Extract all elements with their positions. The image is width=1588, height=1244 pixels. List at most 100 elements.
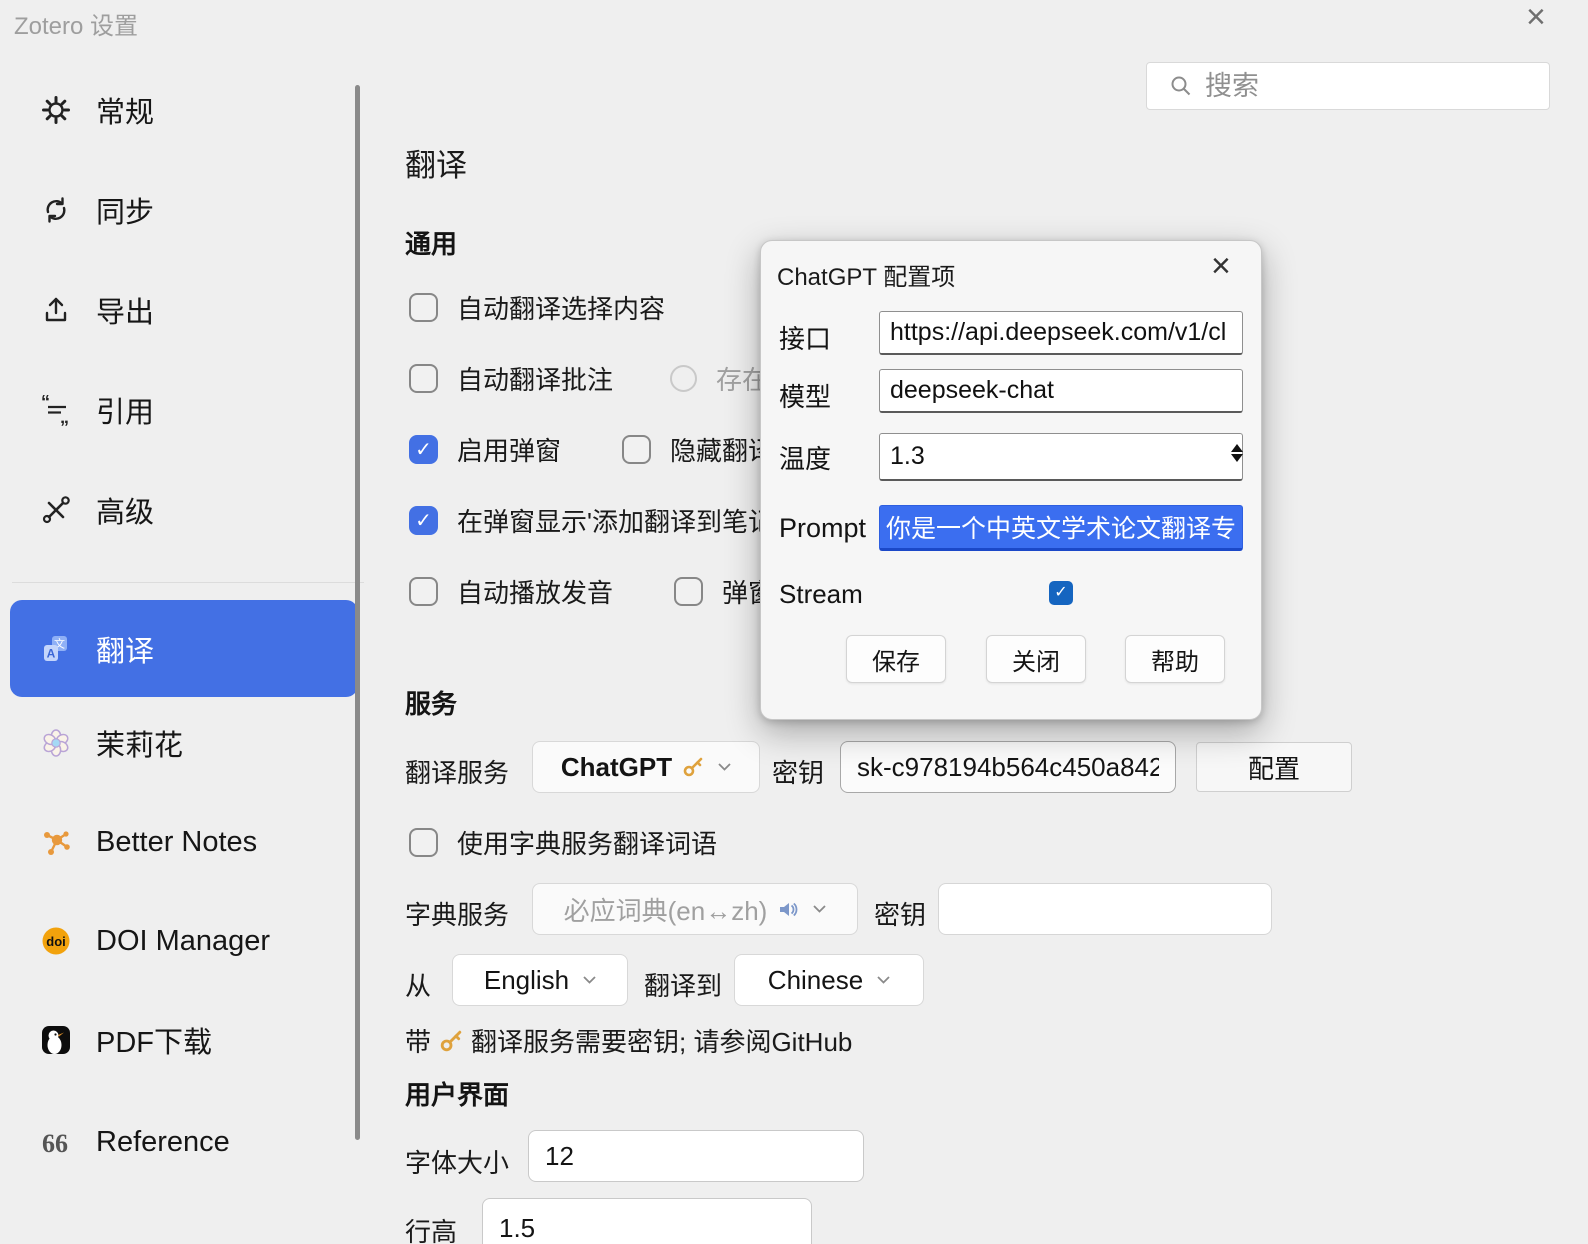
sidebar-item-sync[interactable]: 同步	[10, 178, 358, 242]
check-icon: ✓	[415, 511, 432, 531]
api-endpoint-input[interactable]	[879, 311, 1243, 355]
model-label: 模型	[779, 377, 831, 414]
key-tip-line: 带 翻译服务需要密钥; 请参阅GitHub	[405, 1022, 852, 1059]
sidebar-item-reference[interactable]: 66 Reference	[10, 1110, 358, 1174]
sidebar-item-export[interactable]: 导出	[10, 278, 358, 342]
checkbox-enable-popup[interactable]: ✓	[409, 435, 438, 464]
prompt-input[interactable]: 你是一个中英文学术论文翻译专	[879, 505, 1243, 551]
check-icon: ✓	[415, 440, 432, 460]
checkbox-row-show-add-note: ✓ 在弹窗显示'添加翻译到笔记	[409, 502, 774, 539]
sidebar-item-translate[interactable]: 文 A 翻译	[10, 600, 358, 697]
zotero-settings-window: Zotero 设置 × 常规 同步 导出	[0, 0, 1588, 1244]
svg-text:„: „	[60, 407, 69, 426]
translate-icon: 文 A	[40, 633, 72, 665]
chevron-down-icon	[813, 905, 826, 913]
checkbox-row-auto-translate-selection: 自动翻译选择内容	[409, 289, 665, 326]
temperature-spinner[interactable]	[1231, 444, 1243, 462]
dialog-close-icon[interactable]: ×	[1211, 247, 1231, 286]
advanced-tools-icon	[40, 494, 72, 526]
section-general-heading: 通用	[405, 224, 457, 261]
prompt-label: Prompt	[779, 513, 866, 544]
checkbox-label: 启用弹窗	[457, 431, 561, 468]
line-height-input[interactable]	[482, 1198, 812, 1244]
checkbox-row-auto-translate-annotation: 自动翻译批注 存在笔	[409, 360, 794, 397]
translate-service-dropdown[interactable]: ChatGPT	[532, 741, 760, 793]
checkbox-row-enable-popup: ✓ 启用弹窗 隐藏翻译弹	[409, 431, 800, 468]
help-button[interactable]: 帮助	[1125, 635, 1225, 683]
sidebar-item-doi-manager[interactable]: doi DOI Manager	[10, 909, 358, 973]
checkbox-auto-translate-annotation[interactable]	[409, 364, 438, 393]
checkbox-row-auto-play: 自动播放发音 弹窗中	[409, 573, 800, 610]
sidebar-label: 茉莉花	[96, 722, 183, 764]
chevron-down-icon	[583, 976, 596, 984]
checkbox-auto-play-audio[interactable]	[409, 577, 438, 606]
close-button[interactable]: 关闭	[986, 635, 1086, 683]
chevron-down-icon	[877, 976, 890, 984]
checkbox-label: 在弹窗显示'添加翻译到笔记	[457, 502, 774, 539]
sync-icon	[40, 194, 72, 226]
dropdown-value: 必应词典(en↔zh)	[564, 891, 768, 928]
dict-service-dropdown[interactable]: 必应词典(en↔zh)	[532, 883, 858, 935]
sidebar-label: 导出	[96, 289, 154, 331]
save-button[interactable]: 保存	[846, 635, 946, 683]
api-key-input[interactable]	[840, 741, 1176, 793]
gear-icon	[40, 94, 72, 126]
key-icon	[439, 1030, 463, 1052]
section-service-heading: 服务	[405, 684, 457, 721]
window-title: Zotero 设置	[14, 6, 138, 41]
to-label: 翻译到	[644, 966, 722, 1003]
search-input[interactable]	[1203, 70, 1527, 103]
sidebar-label: 同步	[96, 189, 154, 231]
sidebar-label: 常规	[96, 89, 154, 131]
check-icon: ✓	[1054, 585, 1067, 601]
sidebar-label: 引用	[96, 389, 154, 431]
to-language-dropdown[interactable]: Chinese	[734, 954, 924, 1006]
sidebar-item-general[interactable]: 常规	[10, 78, 358, 142]
from-label: 从	[405, 966, 431, 1003]
checkbox-row-use-dict: 使用字典服务翻译词语	[409, 824, 717, 861]
quote-icon: 66	[40, 1126, 72, 1158]
sidebar-item-better-notes[interactable]: Better Notes	[10, 810, 358, 874]
checkbox-auto-translate-selection[interactable]	[409, 293, 438, 322]
sidebar-item-advanced[interactable]: 高级	[10, 478, 358, 542]
checkbox-popup-partial[interactable]	[674, 577, 703, 606]
sidebar-item-cite[interactable]: “ „ 引用	[10, 378, 358, 442]
svg-text:“: “	[41, 394, 50, 412]
checkbox-use-dict-service[interactable]	[409, 828, 438, 857]
dropdown-value: ChatGPT	[561, 752, 672, 783]
temperature-label: 温度	[779, 439, 831, 476]
translate-service-label: 翻译服务	[405, 753, 509, 790]
dialog-title: ChatGPT 配置项	[777, 257, 955, 292]
dropdown-value: Chinese	[768, 965, 863, 996]
dict-service-label: 字典服务	[405, 895, 509, 932]
checkbox-hide-popup[interactable]	[622, 435, 651, 464]
penguin-icon	[40, 1024, 72, 1056]
radio-exist-note[interactable]	[670, 365, 697, 392]
stream-label: Stream	[779, 579, 863, 610]
sidebar-item-jasminum[interactable]: 茉莉花	[10, 711, 358, 775]
config-button[interactable]: 配置	[1196, 742, 1352, 792]
export-icon	[40, 294, 72, 326]
dict-key-input[interactable]	[938, 883, 1272, 935]
api-label: 接口	[779, 319, 831, 356]
speaker-icon	[777, 899, 799, 919]
tip-prefix: 带	[405, 1022, 431, 1059]
page-title: 翻译	[405, 140, 467, 185]
sidebar-item-pdf-download[interactable]: PDF下载	[10, 1008, 358, 1072]
window-close-icon[interactable]: ×	[1526, 0, 1546, 37]
chatgpt-config-dialog: ChatGPT 配置项 × 接口 模型 温度 Prompt 你是一个中英文学术论…	[760, 240, 1262, 720]
svg-text:66: 66	[42, 1129, 68, 1158]
dropdown-value: English	[484, 965, 569, 996]
from-language-dropdown[interactable]: English	[452, 954, 628, 1006]
checkbox-label: 自动翻译批注	[457, 360, 613, 397]
font-size-input[interactable]	[528, 1130, 864, 1182]
secret-label: 密钥	[772, 753, 824, 790]
chevron-down-icon	[718, 763, 731, 771]
temperature-input[interactable]	[879, 433, 1243, 481]
stream-checkbox[interactable]: ✓	[1049, 581, 1073, 605]
model-input[interactable]	[879, 369, 1243, 413]
sidebar-label: DOI Manager	[96, 925, 270, 958]
checkbox-show-add-note[interactable]: ✓	[409, 506, 438, 535]
sidebar-scrollbar[interactable]	[355, 85, 360, 1140]
sidebar-label: 翻译	[96, 628, 154, 670]
